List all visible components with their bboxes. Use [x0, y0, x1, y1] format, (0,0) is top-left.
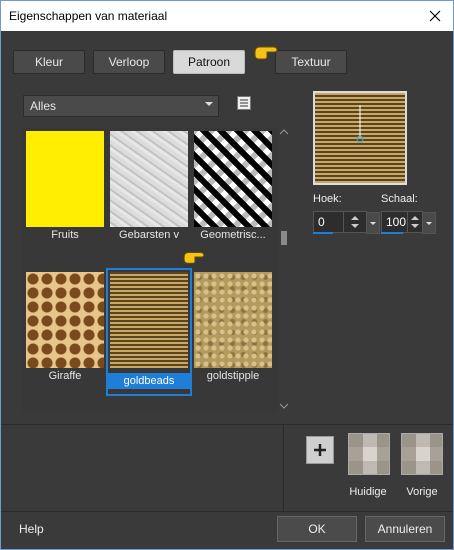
scale-label: Schaal: — [381, 193, 418, 205]
angle-value: 0 — [318, 215, 325, 229]
pattern-label: goldstipple — [206, 370, 260, 382]
pattern-tile-gebarsten[interactable]: Gebarsten v — [110, 131, 188, 251]
pattern-tile-fruits[interactable]: Fruits — [26, 131, 104, 251]
scroll-down-icon[interactable] — [280, 403, 288, 409]
scale-focus-underline — [381, 232, 403, 234]
footer-divider — [1, 511, 453, 512]
history-current-label: Huidige — [349, 486, 387, 498]
title-bar: Eigenschappen van materiaal — [1, 1, 453, 31]
pattern-gallery: Fruits Gebarsten v Geometrisc... Giraffe… — [22, 127, 278, 412]
pattern-swatch — [194, 272, 272, 368]
angle-input[interactable]: 0 — [313, 211, 380, 234]
pattern-label: goldbeads — [106, 373, 192, 389]
add-history-button[interactable] — [306, 436, 334, 464]
pattern-label: Fruits — [51, 229, 79, 241]
angle-label: Hoek: — [313, 193, 342, 205]
pattern-swatch — [194, 131, 272, 227]
pattern-tile-goldbeads[interactable]: goldbeads — [106, 268, 192, 396]
pattern-swatch — [110, 272, 188, 368]
history-current-swatch[interactable] — [348, 433, 390, 475]
gallery-scrollbar[interactable] — [278, 127, 290, 412]
tab-kleur[interactable]: Kleur — [13, 50, 85, 74]
section-divider — [1, 424, 453, 425]
section-divider — [283, 425, 284, 511]
stepper-arrows-icon — [411, 216, 419, 228]
pattern-tile-geometrisch[interactable]: Geometrisc... — [194, 131, 272, 251]
pattern-label: Gebarsten v — [119, 229, 179, 241]
ok-button[interactable]: OK — [277, 516, 357, 542]
pointing-hand-icon — [183, 252, 205, 264]
pattern-swatch — [26, 272, 104, 368]
chevron-down-icon — [370, 222, 376, 225]
material-properties-dialog: Eigenschappen van materiaal Kleur Verloo… — [0, 0, 454, 550]
close-button[interactable] — [417, 1, 453, 31]
scale-input[interactable]: 100 — [381, 211, 436, 234]
pattern-swatch — [26, 131, 104, 227]
pattern-tile-giraffe[interactable]: Giraffe — [26, 272, 104, 392]
scale-stepper[interactable] — [407, 212, 422, 232]
pattern-tile-goldstipple[interactable]: goldstipple — [194, 272, 272, 392]
tab-patroon[interactable]: Patroon — [173, 50, 245, 74]
category-value: Alles — [30, 99, 57, 113]
cancel-button[interactable]: Annuleren — [365, 516, 445, 542]
pointing-hand-icon — [254, 46, 278, 60]
pattern-preview[interactable] — [313, 91, 407, 185]
plus-icon — [314, 444, 326, 456]
window-title: Eigenschappen van materiaal — [9, 9, 168, 23]
pattern-label: Geometrisc... — [200, 229, 266, 241]
pattern-swatch — [110, 131, 188, 227]
history-previous-swatch[interactable] — [401, 433, 443, 475]
pattern-label: Giraffe — [48, 370, 82, 382]
history-previous-label: Vorige — [406, 486, 438, 498]
angle-handle-icon[interactable] — [353, 105, 367, 145]
tab-verloop[interactable]: Verloop — [93, 50, 165, 74]
scrollbar-thumb[interactable] — [281, 231, 287, 245]
chevron-down-icon — [205, 102, 213, 106]
tab-textuur[interactable]: Textuur — [275, 50, 347, 74]
angle-dropdown[interactable] — [366, 212, 380, 234]
angle-stepper[interactable] — [343, 212, 366, 232]
list-menu-icon[interactable] — [237, 96, 251, 110]
chevron-down-icon — [426, 222, 432, 225]
scroll-up-icon[interactable] — [280, 129, 288, 135]
scale-value: 100 — [386, 215, 407, 229]
stepper-arrows-icon — [351, 216, 359, 228]
angle-focus-underline — [313, 232, 333, 234]
scale-dropdown[interactable] — [422, 212, 436, 234]
category-dropdown[interactable]: Alles — [23, 95, 219, 117]
close-icon — [429, 10, 441, 22]
help-link[interactable]: Help — [19, 522, 44, 536]
